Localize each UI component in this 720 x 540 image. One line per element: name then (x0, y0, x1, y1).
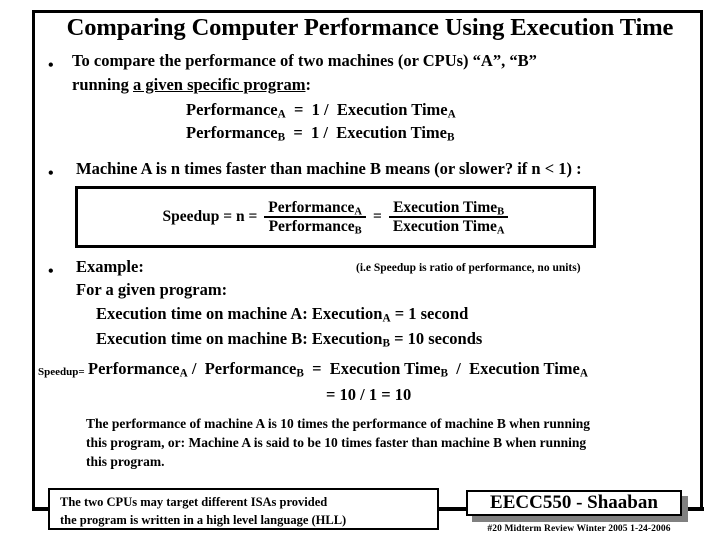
bullet-1-line-1: To compare the performance of two machin… (72, 51, 537, 70)
speedup-frac2-num-subscript: B (497, 205, 505, 217)
bullet-2-line-1: Machine A is n times faster than machine… (76, 159, 582, 178)
eq2-numerator: 1 (311, 123, 320, 142)
calc-p2-subscript: B (296, 367, 304, 380)
bullet-1-line-2-suffix: : (305, 75, 311, 94)
example-machine-b-time: Execution time on machine B: ExecutionB … (96, 329, 483, 350)
performance-equation-b: PerformanceB = 1 / Execution TimeB (186, 123, 455, 144)
speedup-calculation-line: PerformanceA / PerformanceB = Execution … (88, 359, 588, 380)
speedup-frac2-numerator: Execution TimeB (389, 199, 509, 218)
example-machine-a-time: Execution time on machine A: ExecutionA … (96, 304, 469, 325)
example-a-subscript: A (382, 312, 391, 325)
calc-p1-subscript: A (179, 367, 188, 380)
speedup-label: Speedup = n = (162, 208, 258, 225)
box-connector-line (437, 507, 468, 511)
eq2-slash: / (323, 123, 328, 142)
speedup-result: = 10 / 1 = 10 (326, 385, 412, 404)
course-banner-wrap: EECC550 - Shaaban (466, 490, 688, 522)
eq2-rhs-subscript: B (447, 131, 455, 144)
bullet-1-line-2-prefix: running (72, 75, 133, 94)
speedup-fraction-performance: PerformanceA PerformanceB (264, 199, 366, 236)
example-side-note: (i.e Speedup is ratio of performance, no… (356, 262, 581, 274)
speedup-calc-label: Speedup= (38, 366, 85, 378)
eq2-rhs: Execution Time (336, 123, 448, 142)
eq1-numerator: 1 (311, 100, 320, 119)
eq1-lhs-subscript: A (277, 108, 286, 121)
bullet-1-line-2: running a given specific program: (72, 76, 311, 94)
eq1-rhs-subscript: A (447, 108, 456, 121)
eq1-equals: = (293, 100, 304, 119)
speedup-formula-box: Speedup = n = PerformanceA PerformanceB … (75, 186, 596, 248)
eq1-lhs: Performance (186, 100, 278, 119)
speedup-frac1-denominator: PerformanceB (268, 218, 362, 237)
isa-note-line-2: the program is written in a high level l… (60, 512, 347, 527)
calc-e2-subscript: A (579, 367, 588, 380)
speedup-frac1-num-subscript: A (354, 205, 362, 217)
explanation-paragraph: The performance of machine A is 10 times… (86, 416, 590, 470)
speedup-formula: Speedup = n = PerformanceA PerformanceB … (78, 189, 593, 245)
footer-meta: #20 Midterm Review Winter 2005 1-24-2006 (487, 524, 671, 534)
eq2-equals: = (293, 123, 303, 142)
isa-note-line-1: The two CPUs may target different ISAs p… (60, 495, 328, 509)
eq2-lhs-subscript: B (277, 131, 286, 144)
course-banner: EECC550 - Shaaban (466, 490, 682, 516)
example-heading: Example: (76, 257, 144, 276)
performance-equation-a: PerformanceA = 1 / Execution TimeA (186, 100, 456, 121)
bullet-marker-1: • (48, 57, 54, 74)
speedup-frac2-den-subscript: A (496, 225, 505, 237)
example-b-subscript: B (382, 337, 390, 350)
eq1-rhs: Execution Time (336, 100, 448, 119)
speedup-fraction-exectime: Execution TimeB Execution TimeA (389, 199, 509, 236)
speedup-equals: = (372, 208, 382, 225)
eq2-lhs: Performance (186, 123, 278, 142)
speedup-frac1-den-subscript: B (354, 225, 362, 237)
frame-connector-right (686, 507, 704, 511)
example-given-program: For a given program: (76, 280, 228, 299)
page-title: Comparing Computer Performance Using Exe… (66, 14, 674, 41)
eq1-slash: / (324, 100, 329, 119)
bullet-marker-2: • (48, 165, 54, 182)
isa-note-box: The two CPUs may target different ISAs p… (48, 488, 439, 530)
bullet-marker-3: • (48, 263, 54, 280)
speedup-frac1-numerator: PerformanceA (264, 199, 366, 218)
bullet-1-line-2-underlined: a given specific program (133, 75, 306, 94)
speedup-frac2-denominator: Execution TimeA (392, 218, 505, 237)
calc-e1-subscript: B (440, 367, 448, 380)
